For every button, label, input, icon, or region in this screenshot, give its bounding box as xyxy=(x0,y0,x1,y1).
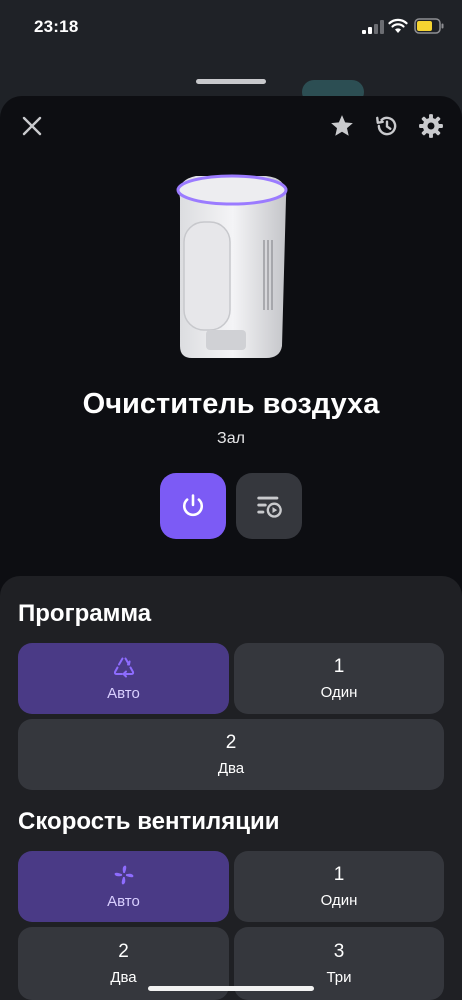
program-title: Программа xyxy=(18,600,152,627)
settings-button[interactable] xyxy=(416,111,446,141)
fan-speed-title: Скорость вентиляции xyxy=(18,808,280,835)
cellular-signal-icon xyxy=(362,20,384,34)
scenario-play-icon xyxy=(257,496,282,518)
status-bar: 23:18 xyxy=(0,0,462,54)
sheet-grabber[interactable] xyxy=(196,79,266,84)
battery-icon xyxy=(414,18,444,34)
history-button[interactable] xyxy=(372,111,402,141)
power-button[interactable] xyxy=(160,473,226,539)
history-icon xyxy=(376,116,397,136)
close-button[interactable] xyxy=(17,111,47,141)
wifi-icon xyxy=(388,18,408,33)
star-icon xyxy=(331,115,353,136)
program-option-two[interactable]: 2 Два xyxy=(18,719,444,790)
fan-speed-option-label: Авто xyxy=(107,892,140,910)
fan-speed-option-label: Два xyxy=(110,968,137,986)
scenarios-button[interactable] xyxy=(236,473,302,539)
program-option-label: Один xyxy=(320,683,358,701)
fan-speed-option-label: Один xyxy=(320,891,358,909)
fan-speed-option-number: 2 xyxy=(118,940,129,962)
program-option-auto[interactable]: Авто xyxy=(18,643,229,714)
program-option-label: Авто xyxy=(107,684,140,702)
fan-speed-option-number: 3 xyxy=(333,940,345,962)
close-icon xyxy=(22,116,42,136)
fan-speed-option-number: 1 xyxy=(333,863,345,885)
home-indicator[interactable] xyxy=(148,986,314,991)
device-title: Очиститель воздуха xyxy=(82,388,380,420)
favorite-button[interactable] xyxy=(327,111,357,141)
device-room: Зал xyxy=(217,430,245,447)
fan-speed-option-auto[interactable]: Авто xyxy=(18,851,229,922)
status-time: 23:18 xyxy=(34,17,79,36)
fan-speed-option-one[interactable]: 1 Один xyxy=(234,851,444,922)
program-option-number: 1 xyxy=(333,655,345,677)
fan-speed-option-label: Три xyxy=(326,968,352,986)
gear-icon xyxy=(419,114,443,138)
air-purifier-image xyxy=(176,174,288,358)
auto-cycle-icon xyxy=(113,657,134,677)
fan-icon xyxy=(114,865,133,884)
program-option-label: Два xyxy=(217,759,245,777)
program-option-number: 2 xyxy=(225,731,237,753)
power-icon xyxy=(182,494,204,517)
program-option-one[interactable]: 1 Один xyxy=(234,643,444,714)
